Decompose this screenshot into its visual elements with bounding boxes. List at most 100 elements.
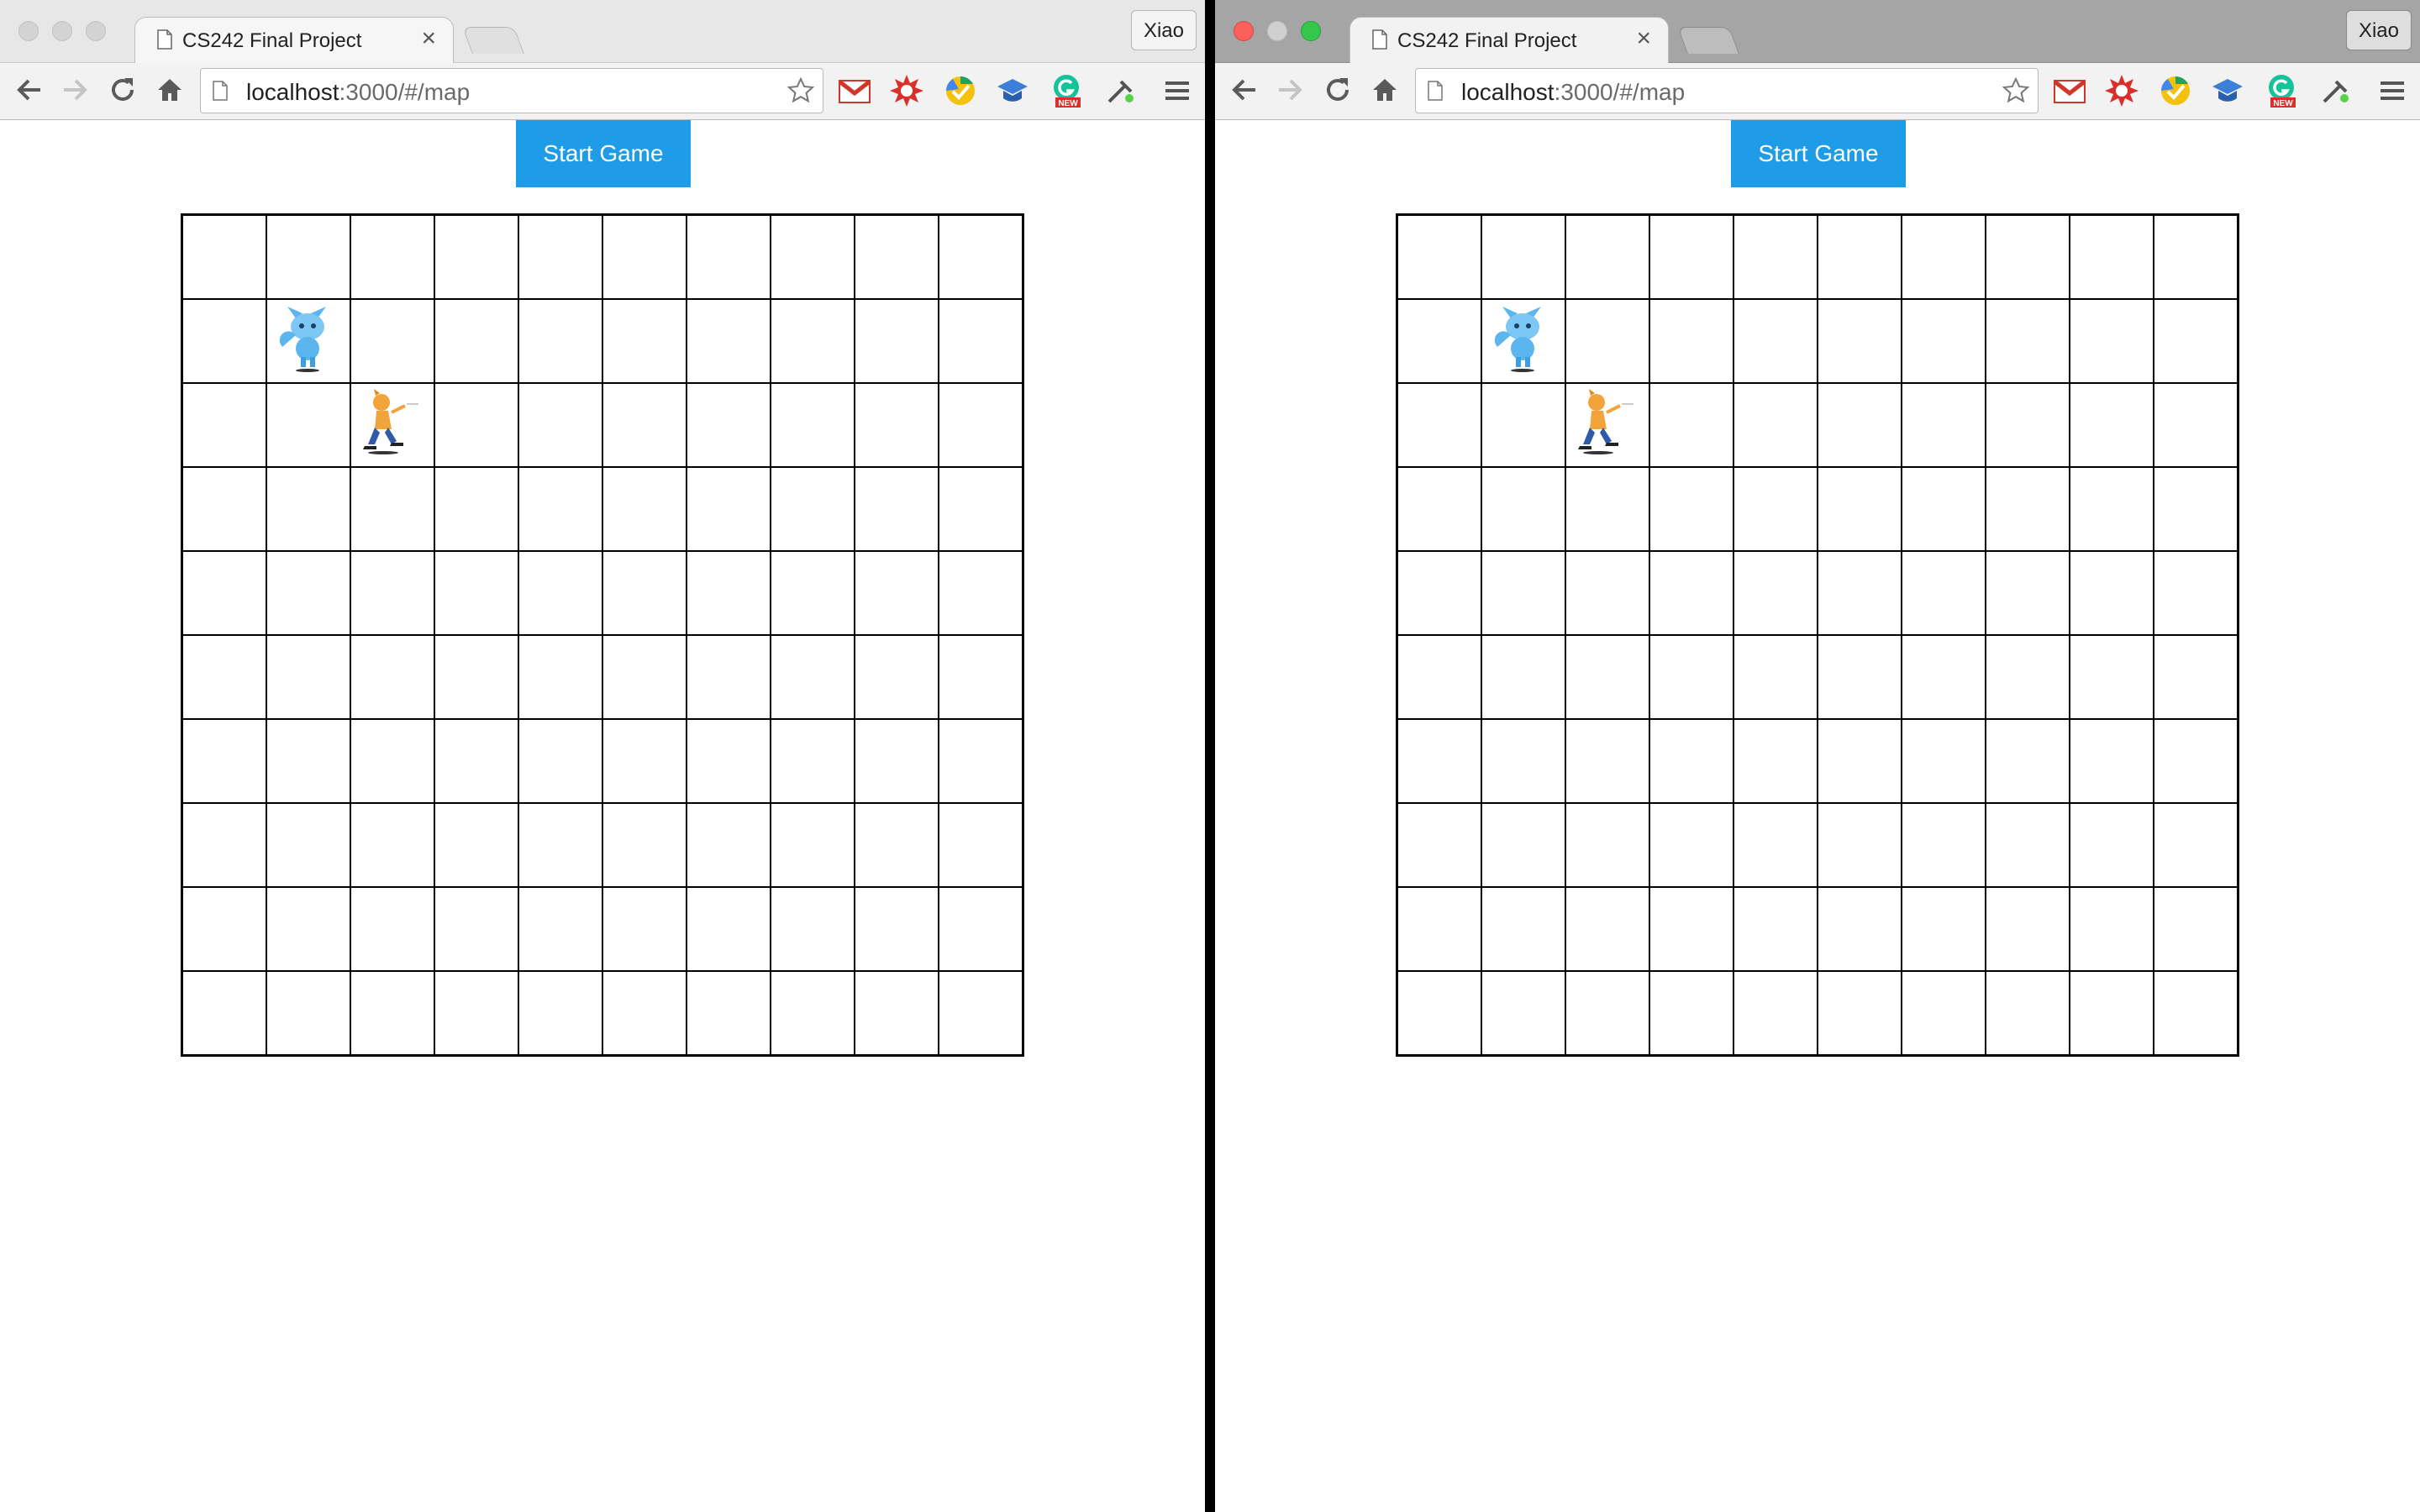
maximize-window-button[interactable]	[1301, 21, 1321, 41]
grid-cell[interactable]	[1818, 467, 1902, 551]
grid-cell[interactable]	[518, 971, 602, 1055]
grid-cell[interactable]	[1649, 383, 1733, 467]
grid-cell[interactable]	[1397, 887, 1481, 971]
grid-cell[interactable]	[434, 299, 518, 383]
grid-cell[interactable]	[1986, 803, 2070, 887]
blue-fox-piece[interactable]	[1481, 299, 1565, 383]
grid-cell[interactable]	[266, 971, 350, 1055]
grid-cell[interactable]	[1733, 635, 1818, 719]
grid-cell[interactable]	[434, 719, 518, 803]
grid-cell[interactable]	[2070, 971, 2154, 1055]
grid-cell[interactable]	[1397, 635, 1481, 719]
grid-cell[interactable]	[2070, 719, 2154, 803]
grid-cell[interactable]	[266, 887, 350, 971]
reload-icon[interactable]	[106, 73, 139, 107]
grid-cell[interactable]	[855, 971, 939, 1055]
menu-icon[interactable]	[1160, 73, 1195, 108]
grid-cell[interactable]	[350, 467, 434, 551]
grid-cell[interactable]	[2070, 467, 2154, 551]
profile-button[interactable]: Xiao	[2345, 10, 2412, 50]
grid-cell[interactable]	[1818, 383, 1902, 467]
maximize-window-button[interactable]	[86, 21, 106, 41]
grid-cell[interactable]	[1481, 551, 1565, 635]
reload-icon[interactable]	[1321, 73, 1355, 107]
grid-cell[interactable]	[687, 215, 771, 299]
grid-cell[interactable]	[602, 635, 687, 719]
grid-cell[interactable]	[1818, 299, 1902, 383]
grid-cell[interactable]	[1649, 467, 1733, 551]
grid-cell[interactable]	[2154, 383, 2238, 467]
grid-cell[interactable]	[1481, 719, 1565, 803]
grid-cell[interactable]	[2154, 551, 2238, 635]
grid-cell[interactable]	[2154, 803, 2238, 887]
grid-cell[interactable]	[518, 467, 602, 551]
start-game-button[interactable]: Start Game	[516, 120, 691, 187]
address-bar[interactable]: localhost:3000/#/map	[200, 68, 823, 113]
grid-cell[interactable]	[266, 635, 350, 719]
grid-cell[interactable]	[771, 383, 855, 467]
grid-cell[interactable]	[1481, 887, 1565, 971]
grid-cell[interactable]	[1397, 383, 1481, 467]
grid-cell[interactable]	[434, 971, 518, 1055]
grid-cell[interactable]	[771, 803, 855, 887]
grid-cell[interactable]	[771, 215, 855, 299]
forward-arrow-icon[interactable]	[59, 73, 92, 107]
grid-cell[interactable]	[939, 719, 1023, 803]
grid-cell[interactable]	[350, 719, 434, 803]
grid-cell[interactable]	[518, 719, 602, 803]
orange-cat-piece[interactable]	[350, 383, 434, 467]
grid-cell[interactable]	[350, 299, 434, 383]
grid-cell[interactable]	[2154, 971, 2238, 1055]
grid-cell[interactable]	[1649, 719, 1733, 803]
grid-cell[interactable]	[1565, 299, 1649, 383]
grid-cell[interactable]	[939, 215, 1023, 299]
new-tab-button[interactable]	[1677, 27, 1739, 54]
grid-cell[interactable]	[602, 299, 687, 383]
grid-cell[interactable]	[771, 551, 855, 635]
grid-cell[interactable]	[855, 803, 939, 887]
grid-cell[interactable]	[939, 467, 1023, 551]
grid-cell[interactable]	[434, 635, 518, 719]
grid-cell[interactable]	[1649, 887, 1733, 971]
grid-cell[interactable]	[1565, 803, 1649, 887]
grid-cell[interactable]	[518, 887, 602, 971]
grid-cell[interactable]	[1733, 383, 1818, 467]
close-tab-icon[interactable]: ×	[421, 26, 436, 51]
color-picker-icon[interactable]	[2319, 73, 2354, 108]
grid-cell[interactable]	[1397, 719, 1481, 803]
blue-fox-piece[interactable]	[266, 299, 350, 383]
grid-cell[interactable]	[2070, 383, 2154, 467]
grid-cell[interactable]	[1902, 467, 1986, 551]
grid-cell[interactable]	[1733, 887, 1818, 971]
grid-cell[interactable]	[182, 719, 266, 803]
grid-cell[interactable]	[1733, 467, 1818, 551]
grid-cell[interactable]	[1649, 971, 1733, 1055]
back-arrow-icon[interactable]	[1227, 73, 1260, 107]
grid-cell[interactable]	[1565, 215, 1649, 299]
grid-cell[interactable]	[1902, 971, 1986, 1055]
grid-cell[interactable]	[266, 803, 350, 887]
address-bar[interactable]: localhost:3000/#/map	[1415, 68, 2039, 113]
grid-cell[interactable]	[602, 383, 687, 467]
grid-cell[interactable]	[687, 299, 771, 383]
grid-cell[interactable]	[771, 299, 855, 383]
grid-cell[interactable]	[1902, 803, 1986, 887]
grid-cell[interactable]	[771, 467, 855, 551]
grid-cell[interactable]	[687, 803, 771, 887]
grid-cell[interactable]	[939, 299, 1023, 383]
grid-cell[interactable]	[855, 383, 939, 467]
grid-cell[interactable]	[350, 803, 434, 887]
graduation-cap-icon[interactable]	[2210, 73, 2245, 108]
gmail-icon[interactable]	[837, 73, 872, 108]
grid-cell[interactable]	[182, 551, 266, 635]
grid-cell[interactable]	[1986, 719, 2070, 803]
grid-cell[interactable]	[434, 803, 518, 887]
burst-icon[interactable]	[2104, 73, 2139, 108]
orange-cat-piece[interactable]	[1565, 383, 1649, 467]
grid-cell[interactable]	[1565, 887, 1649, 971]
grid-cell[interactable]	[266, 719, 350, 803]
gmail-icon[interactable]	[2052, 73, 2087, 108]
grid-cell[interactable]	[2154, 467, 2238, 551]
grid-cell[interactable]	[1481, 971, 1565, 1055]
grid-cell[interactable]	[939, 383, 1023, 467]
